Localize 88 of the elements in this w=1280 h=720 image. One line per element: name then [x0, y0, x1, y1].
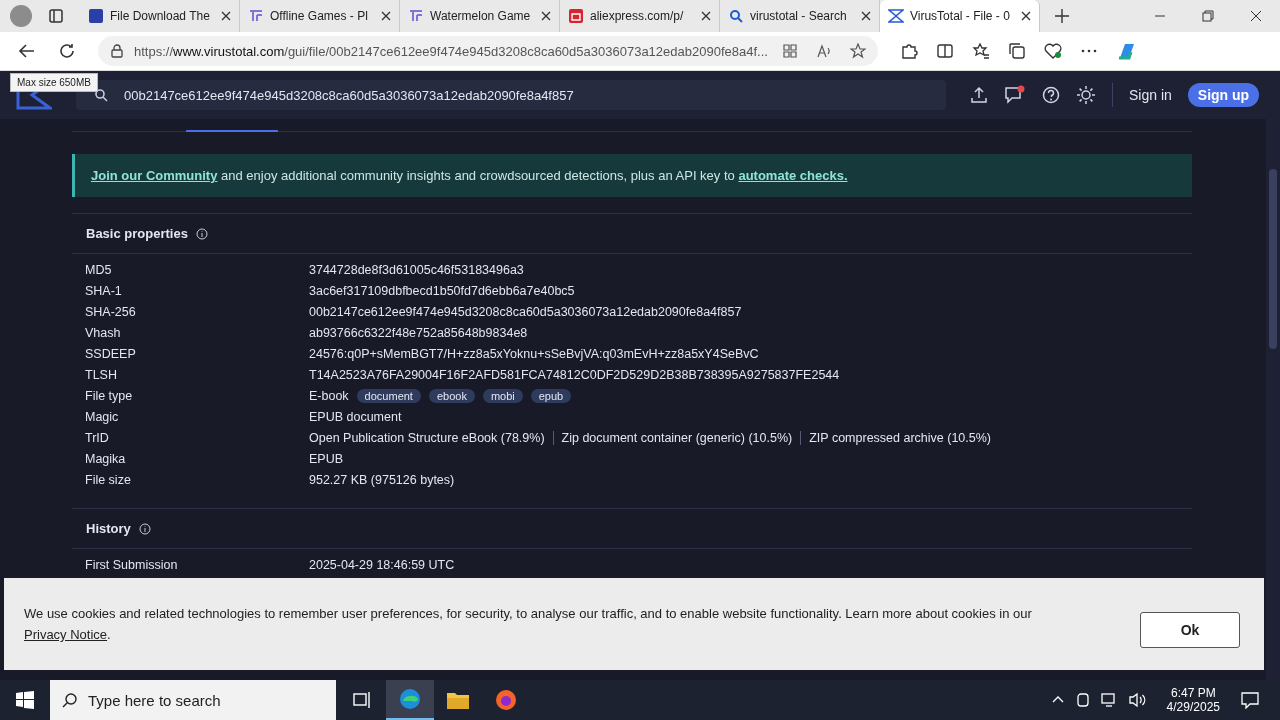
task-view-icon[interactable] [352, 691, 372, 709]
document-icon [88, 8, 104, 24]
property-value: 24576:q0P+sMemBGT7/H+zz8a5xYoknu+sSeBvjVA:q03mEvH+zz8a5xY4SeBvC [309, 346, 759, 361]
apps-icon[interactable] [782, 43, 798, 59]
file-type-tag[interactable]: document [356, 388, 421, 403]
chat-icon[interactable] [1004, 85, 1026, 105]
property-value: EPUB [309, 451, 344, 466]
trid-entry: ZIP compressed archive (10.5%) [809, 430, 991, 445]
notification-icon[interactable] [1240, 691, 1260, 709]
section-title: Basic properties [86, 226, 188, 241]
upload-icon[interactable] [970, 86, 988, 104]
join-community-link[interactable]: Join our Community [91, 168, 218, 183]
search-icon [62, 692, 78, 708]
property-label: TrID [85, 430, 110, 445]
search-icon [94, 88, 108, 102]
trid-entry: Open Publication Structure eBook (78.9%) [309, 430, 545, 445]
star-icon[interactable] [850, 43, 866, 59]
search-icon [728, 8, 744, 24]
property-value: ab93766c6322f48e752a85648b9834e8 [309, 325, 528, 340]
new-tab-icon[interactable] [1054, 8, 1070, 24]
restore-icon[interactable] [1202, 10, 1214, 22]
close-icon[interactable] [1021, 11, 1031, 21]
automate-checks-link[interactable]: automate checks. [738, 168, 848, 183]
sun-icon[interactable] [1076, 85, 1096, 105]
windows-start-icon[interactable] [16, 691, 34, 709]
letter-mark-icon [248, 8, 264, 24]
property-value: E-book [309, 388, 349, 403]
device-icon[interactable] [1074, 692, 1091, 708]
firefox-icon[interactable] [494, 688, 518, 712]
property-label: MD5 [85, 262, 113, 277]
split-screen-icon[interactable] [936, 42, 954, 60]
privacy-notice-link[interactable]: Privacy Notice [24, 627, 108, 642]
close-icon[interactable] [221, 11, 231, 21]
property-label: SSDEEP [85, 346, 137, 361]
browser-tab[interactable]: VirusTotal - File - 0 [880, 0, 1040, 32]
property-value: 3ac6ef317109dbfbecd1b50fd7d6ebb6a7e40bc5 [309, 283, 575, 298]
clock-date[interactable]: 4/29/2025 [1166, 700, 1220, 714]
ok-button[interactable]: Ok [1140, 612, 1240, 648]
property-value: T14A2523A76FA29004F16F2AFD581FCA74812C0DF2D529D2B38B738395A9275837FE2544 [309, 367, 840, 382]
sign-up-button[interactable]: Sign up [1187, 83, 1260, 107]
info-icon[interactable] [138, 522, 151, 535]
property-label: SHA-256 [85, 304, 137, 319]
close-icon[interactable] [1250, 10, 1262, 22]
read-aloud-icon[interactable] [816, 43, 832, 59]
puzzle-icon[interactable] [900, 42, 918, 60]
section-title: History [86, 521, 131, 536]
property-value: 00b2147ce612ee9f474e945d3208c8ca60d5a3036073a12edab2090fe8a4f857 [309, 304, 742, 319]
cookie-notice-text: We use cookies and related technologies to remember user preferences, for security, to analyse our traffic, and to enable website functionality. Learn more about cookies in our Privacy Notice. [24, 605, 1033, 644]
property-value: 952.27 KB (975126 bytes) [309, 472, 455, 487]
close-icon[interactable] [541, 11, 551, 21]
file-type-tag[interactable]: epub [530, 388, 572, 403]
close-icon[interactable] [861, 11, 871, 21]
property-label: File size [85, 472, 132, 487]
file-type-tag[interactable]: ebook [428, 388, 475, 403]
lock-icon[interactable] [110, 44, 124, 58]
property-label: TLSH [85, 367, 118, 382]
property-label: SHA-1 [85, 283, 123, 298]
close-icon[interactable] [701, 11, 711, 21]
edge-icon[interactable] [398, 687, 422, 711]
speaker-icon[interactable] [1128, 692, 1147, 708]
tooltip: Max size 650MB [10, 73, 98, 92]
banner-text: Join our Community and enjoy additional community insights and crowdsourced detections, plus an API key to automate checks. [91, 168, 849, 183]
close-icon[interactable] [381, 11, 391, 21]
taskbar-search-field[interactable]: Type here to search [50, 680, 336, 720]
clock-time[interactable]: 6:47 PM [1170, 686, 1216, 700]
trid-entry: Zip document container (generic) (10.5%) [561, 430, 793, 445]
history-label: First Submission [85, 557, 179, 572]
property-label: Vhash [85, 325, 122, 340]
favorites-icon[interactable] [972, 42, 990, 60]
refresh-icon[interactable] [58, 42, 76, 60]
history-value: 2025-04-29 18:46:59 UTC [309, 557, 455, 572]
help-icon[interactable] [1042, 86, 1060, 104]
sign-in-link[interactable]: Sign in [1129, 87, 1172, 103]
property-label: Magika [85, 451, 127, 466]
property-label: File type [85, 388, 134, 403]
back-icon[interactable] [18, 42, 36, 60]
heart-pulse-icon[interactable] [1044, 42, 1062, 60]
tab-actions-icon[interactable] [48, 8, 64, 24]
property-value: EPUB document [309, 409, 402, 424]
property-label: Magic [85, 409, 120, 424]
bag-icon [568, 8, 584, 24]
file-type-tag[interactable]: mobi [482, 388, 523, 403]
property-value: 3744728de8f3d61005c46f53183496a3 [309, 262, 524, 277]
collections-icon[interactable] [1008, 42, 1026, 60]
profile-icon[interactable] [10, 5, 32, 27]
info-icon[interactable] [195, 227, 208, 240]
letter-mark-icon [408, 8, 424, 24]
address-bar[interactable]: https://www.virustotal.com/gui/file/00b2147ce612ee9f474e945d3208c8ca60d5a3036073a12edab2090fe8a4f... [98, 36, 878, 66]
